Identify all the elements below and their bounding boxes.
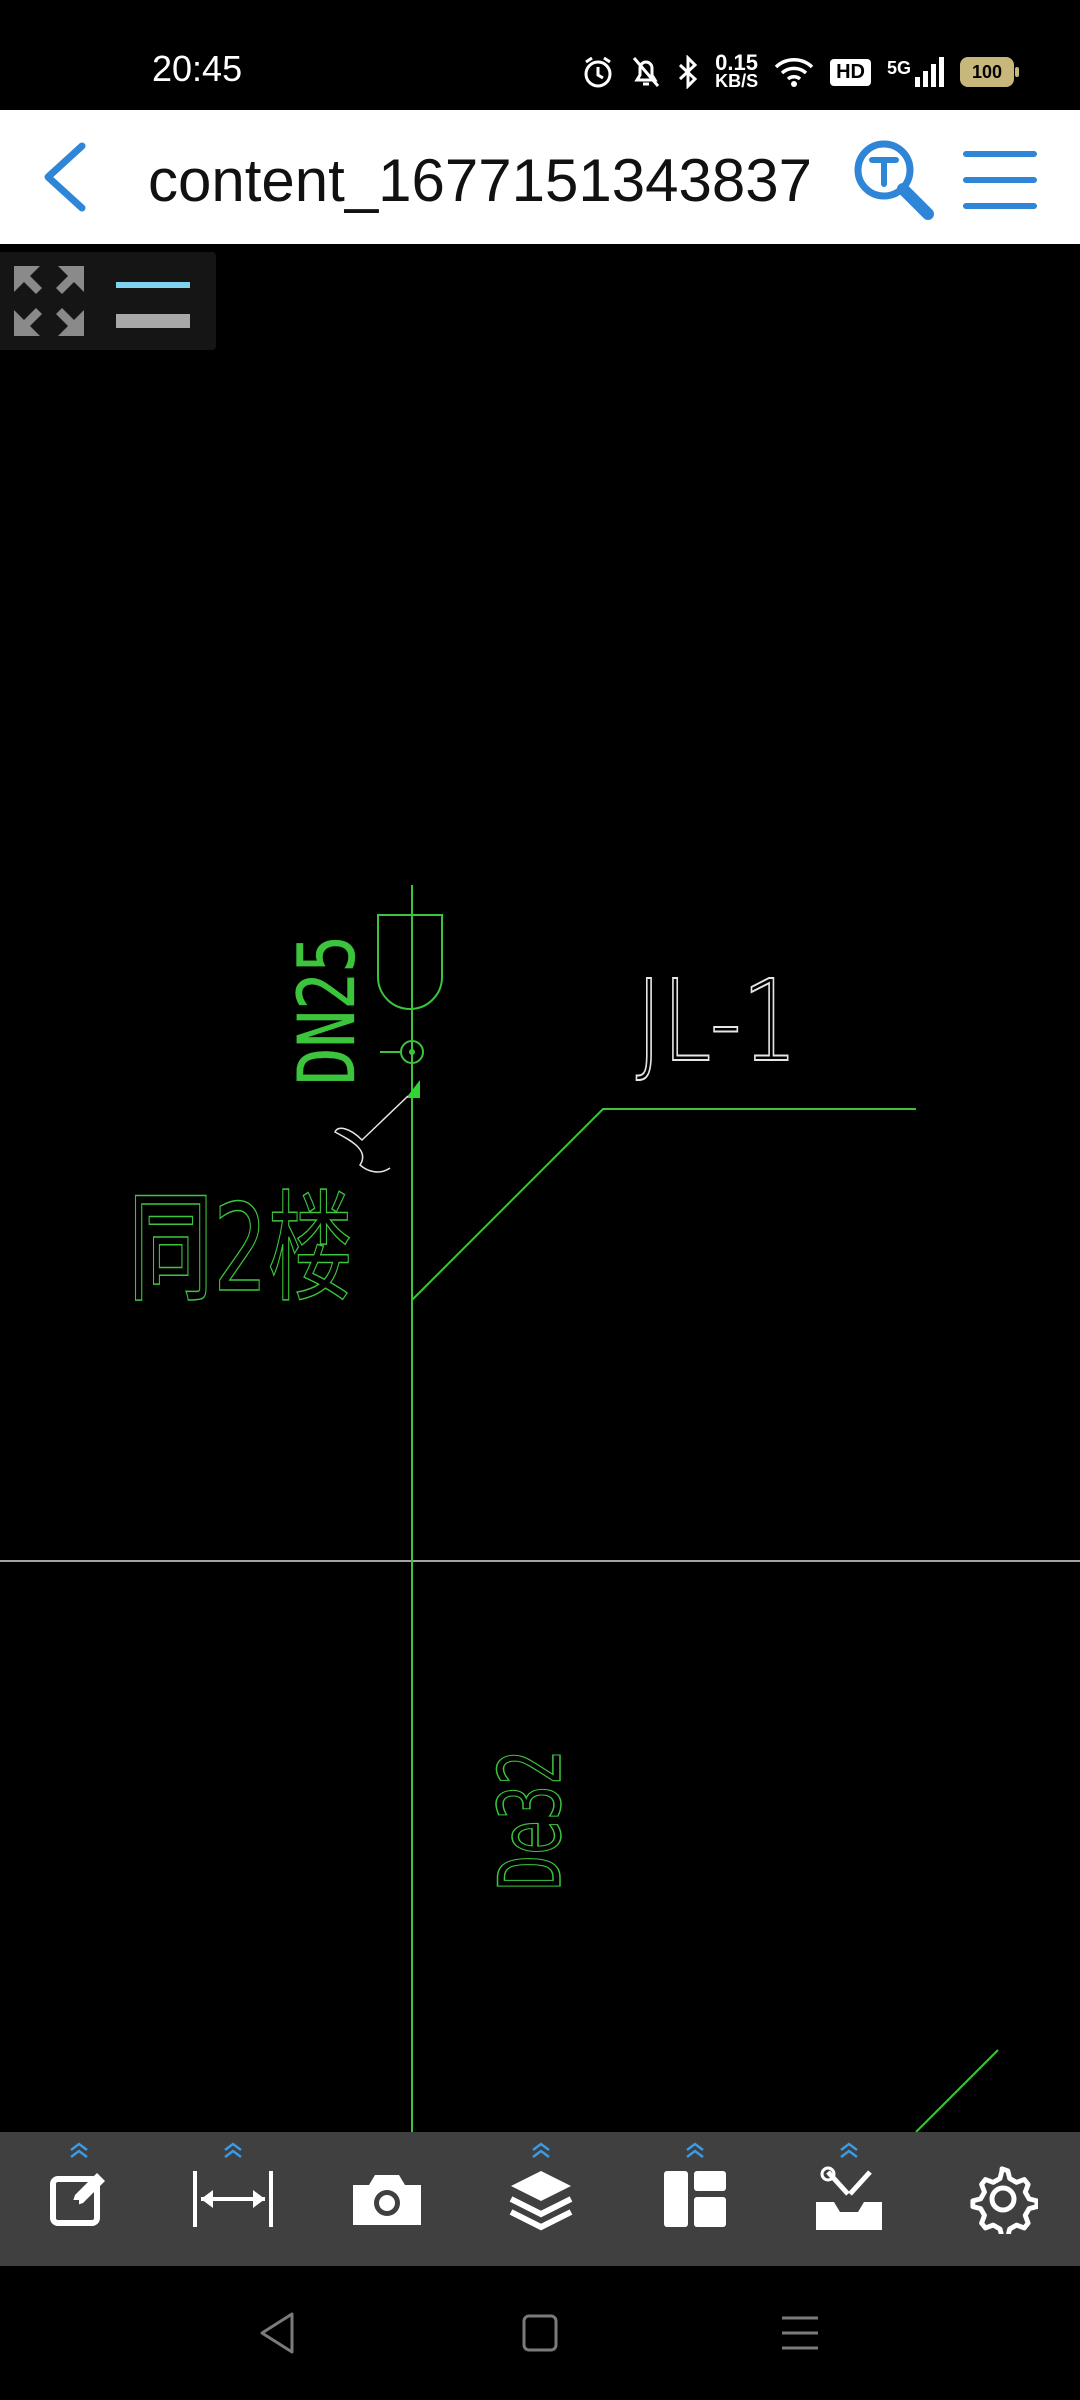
nav-back-icon[interactable] (250, 2308, 310, 2358)
nav-home-icon[interactable] (510, 2308, 570, 2358)
label-dn25: DN25 (283, 935, 373, 1085)
camera-tool-button[interactable] (310, 2132, 464, 2266)
alarm-icon (584, 56, 612, 88)
expand-caret-icon (70, 2142, 88, 2158)
expand-caret-icon (840, 2142, 858, 2158)
back-button[interactable] (32, 140, 102, 214)
expand-caret-icon (532, 2142, 550, 2158)
edit-icon (50, 2173, 105, 2226)
network-type: 5G (886, 58, 911, 78)
battery-indicator: 100 (960, 57, 1019, 87)
tools-tool-button[interactable] (772, 2132, 926, 2266)
signal-icon (915, 57, 944, 87)
bluetooth-icon (679, 55, 698, 89)
cad-canvas[interactable]: DN25 JL-1 同2楼 De32 (0, 244, 1080, 2133)
hd-badge: HD (830, 58, 871, 86)
edit-tool-button[interactable] (2, 2132, 156, 2266)
status-bar: 20:45 0.15 KB/S HD 5G 100 (0, 0, 1080, 110)
fit-screen-button[interactable] (10, 262, 88, 340)
status-time: 20:45 (152, 48, 243, 89)
nav-recents-icon[interactable] (770, 2308, 830, 2358)
menu-button[interactable] (960, 146, 1040, 214)
layout-tool-button[interactable] (618, 2132, 772, 2266)
net-speed: 0.15 KB/S (715, 50, 759, 91)
pipe-branch (411, 1108, 916, 1301)
leader-line (334, 1095, 409, 1173)
layers-tool-button[interactable] (464, 2132, 618, 2266)
bottom-toolbar (0, 2132, 1080, 2266)
status-icons: 0.15 KB/S HD 5G 100 (581, 50, 1019, 92)
faucet-symbol (377, 914, 443, 1010)
system-nav-bar (0, 2266, 1080, 2400)
label-de32: De32 (481, 1750, 581, 1890)
cell-signal: 5G (887, 57, 944, 87)
pipe-diagonal-lower (915, 2049, 999, 2133)
layout-icon (664, 2171, 726, 2227)
settings-button[interactable] (926, 2132, 1080, 2266)
wifi-icon (774, 58, 814, 87)
label-floor: 同2楼 (128, 1180, 353, 1319)
label-jl1: JL-1 (636, 957, 798, 1087)
layers-icon (509, 2171, 573, 2231)
page-title: content_1677151343837 (148, 147, 812, 214)
cad-drawing: DN25 JL-1 同2楼 De32 (0, 885, 1080, 2133)
view-controls (0, 252, 216, 350)
measure-tool-button[interactable] (156, 2132, 310, 2266)
app-bar: content_1677151343837 (0, 110, 1080, 244)
camera-icon (353, 2175, 421, 2225)
settings-icon (970, 2166, 1038, 2234)
measure-icon (193, 2171, 273, 2227)
tools-icon (816, 2166, 882, 2230)
mute-bell-icon (632, 57, 660, 87)
expand-caret-icon (686, 2142, 704, 2158)
text-search-button[interactable] (850, 136, 936, 222)
line-weight-toggle[interactable] (112, 270, 194, 340)
expand-caret-icon (224, 2142, 242, 2158)
